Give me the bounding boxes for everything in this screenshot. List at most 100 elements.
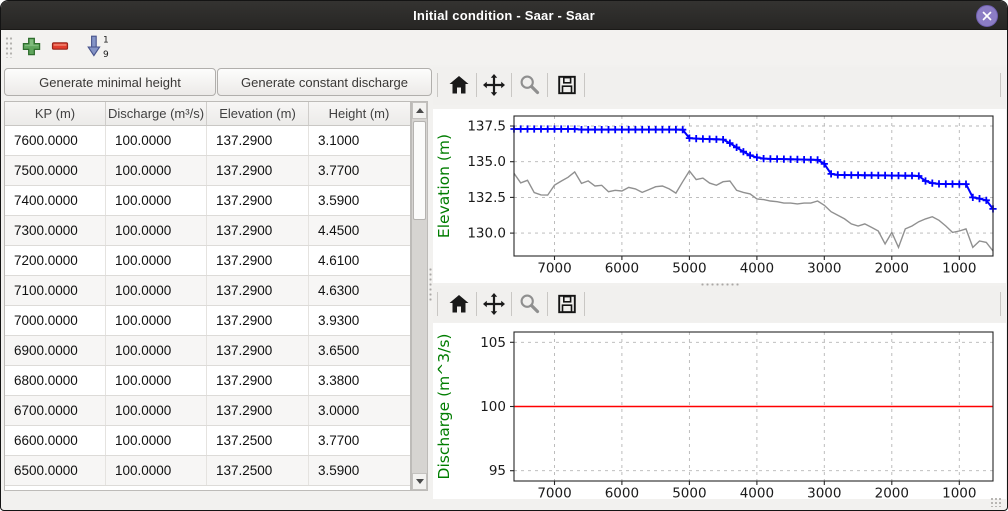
table-cell[interactable]: 3.5900 [309, 186, 409, 215]
table-cell[interactable]: 6900.0000 [5, 336, 106, 365]
column-header-discharge[interactable]: Discharge (m³/s) [106, 102, 207, 125]
table-cell[interactable]: 3.7700 [309, 156, 409, 185]
discharge-chart[interactable]: 700060005000400030002000100095100105Disc… [433, 323, 1006, 499]
scroll-down-button[interactable] [412, 473, 427, 490]
table-cell[interactable]: 100.0000 [106, 186, 207, 215]
table-cell[interactable]: 3.6500 [309, 336, 409, 365]
zoom-icon [518, 292, 542, 316]
svg-text:5000: 5000 [672, 486, 706, 500]
table-cell[interactable]: 100.0000 [106, 126, 207, 155]
table-cell[interactable]: 137.2900 [207, 216, 309, 245]
table-cell[interactable]: 7000.0000 [5, 306, 106, 335]
table-cell[interactable]: 137.2500 [207, 456, 309, 485]
svg-text:7000: 7000 [537, 486, 571, 500]
table-scrollbar[interactable] [411, 101, 428, 491]
table-row[interactable]: 6500.0000100.0000137.25003.5900 [5, 456, 410, 486]
table-cell[interactable]: 137.2500 [207, 426, 309, 455]
sort-rows-button[interactable]: 1 9 [82, 32, 112, 60]
table-cell[interactable]: 137.2900 [207, 336, 309, 365]
nav-save-button[interactable] [552, 289, 582, 319]
table-row[interactable]: 7300.0000100.0000137.29004.4500 [5, 216, 410, 246]
table-row[interactable]: 6900.0000100.0000137.29003.6500 [5, 336, 410, 366]
table-cell[interactable]: 3.9300 [309, 306, 409, 335]
table-cell[interactable]: 100.0000 [106, 216, 207, 245]
table-cell[interactable]: 6600.0000 [5, 426, 106, 455]
add-row-button[interactable] [17, 32, 45, 60]
table-cell[interactable]: 7600.0000 [5, 126, 106, 155]
table-cell[interactable]: 137.2900 [207, 156, 309, 185]
svg-text:1000: 1000 [942, 261, 976, 277]
table-cell[interactable]: 7300.0000 [5, 216, 106, 245]
table-cell[interactable]: 100.0000 [106, 336, 207, 365]
table-cell[interactable]: 4.6100 [309, 246, 409, 275]
table-row[interactable]: 7600.0000100.0000137.29003.1000 [5, 126, 410, 156]
table-row[interactable]: 6800.0000100.0000137.29003.3800 [5, 366, 410, 396]
toolbar-drag-handle[interactable] [5, 36, 13, 58]
table-cell[interactable]: 6700.0000 [5, 396, 106, 425]
column-header-elevation[interactable]: Elevation (m) [207, 102, 309, 125]
table-row[interactable]: 7400.0000100.0000137.29003.5900 [5, 186, 410, 216]
table-row[interactable]: 7200.0000100.0000137.29004.6100 [5, 246, 410, 276]
table-cell[interactable]: 100.0000 [106, 276, 207, 305]
nav-home-button[interactable] [444, 70, 474, 100]
window-resize-grip[interactable] [990, 497, 1002, 507]
table-header: KP (m) Discharge (m³/s) Elevation (m) He… [5, 102, 410, 126]
table-cell[interactable]: 137.2900 [207, 126, 309, 155]
svg-text:105: 105 [480, 335, 506, 351]
table-cell[interactable]: 3.1000 [309, 126, 409, 155]
table-cell[interactable]: 6800.0000 [5, 366, 106, 395]
column-header-height[interactable]: Height (m) [309, 102, 409, 125]
svg-text:6000: 6000 [605, 261, 639, 277]
nav-pan-button[interactable] [479, 70, 509, 100]
table-row[interactable]: 7100.0000100.0000137.29004.6300 [5, 276, 410, 306]
table-cell[interactable]: 137.2900 [207, 366, 309, 395]
column-header-kp[interactable]: KP (m) [5, 102, 106, 125]
scrollbar-thumb[interactable] [413, 121, 426, 220]
nav-pan-button[interactable] [479, 289, 509, 319]
table-cell[interactable]: 7500.0000 [5, 156, 106, 185]
scroll-up-button[interactable] [412, 102, 427, 119]
table-cell[interactable]: 7200.0000 [5, 246, 106, 275]
table-cell[interactable]: 3.3800 [309, 366, 409, 395]
remove-row-button[interactable] [46, 32, 74, 60]
table-cell[interactable]: 137.2900 [207, 276, 309, 305]
table-cell[interactable]: 100.0000 [106, 306, 207, 335]
nav-zoom-button[interactable] [515, 70, 545, 100]
table-cell[interactable]: 4.4500 [309, 216, 409, 245]
titlebar[interactable]: Initial condition - Saar - Saar [1, 1, 1007, 30]
sort-ascending-icon: 1 9 [84, 33, 110, 59]
table-cell[interactable]: 4.6300 [309, 276, 409, 305]
scroll-up-icon [416, 108, 424, 113]
table-cell[interactable]: 100.0000 [106, 156, 207, 185]
svg-text:5000: 5000 [672, 261, 706, 277]
table-cell[interactable]: 100.0000 [106, 246, 207, 275]
table-row[interactable]: 6700.0000100.0000137.29003.0000 [5, 396, 410, 426]
table-row[interactable]: 6600.0000100.0000137.25003.7700 [5, 426, 410, 456]
nav-save-button[interactable] [552, 70, 582, 100]
svg-text:7000: 7000 [537, 261, 571, 277]
generate-minimal-height-button[interactable]: Generate minimal height [4, 68, 216, 96]
nav-home-button[interactable] [444, 289, 474, 319]
table-cell[interactable]: 137.2900 [207, 186, 309, 215]
table-cell[interactable]: 137.2900 [207, 306, 309, 335]
table-cell[interactable]: 3.7700 [309, 426, 409, 455]
table-row[interactable]: 7000.0000100.0000137.29003.9300 [5, 306, 410, 336]
table-cell[interactable]: 100.0000 [106, 366, 207, 395]
table-cell[interactable]: 137.2900 [207, 246, 309, 275]
table-cell[interactable]: 100.0000 [106, 456, 207, 485]
initial-condition-table: KP (m) Discharge (m³/s) Elevation (m) He… [4, 101, 411, 491]
table-cell[interactable]: 100.0000 [106, 396, 207, 425]
close-button[interactable] [976, 5, 998, 27]
table-cell[interactable]: 7100.0000 [5, 276, 106, 305]
table-cell[interactable]: 7400.0000 [5, 186, 106, 215]
generate-constant-discharge-button[interactable]: Generate constant discharge [217, 68, 432, 96]
table-cell[interactable]: 3.5900 [309, 456, 409, 485]
table-row[interactable]: 7500.0000100.0000137.29003.7700 [5, 156, 410, 186]
elevation-chart[interactable]: 7000600050004000300020001000130.0132.513… [433, 109, 1006, 283]
table-cell[interactable]: 6500.0000 [5, 456, 106, 485]
table-cell[interactable]: 3.0000 [309, 396, 409, 425]
pan-icon [482, 292, 506, 316]
nav-zoom-button[interactable] [515, 289, 545, 319]
table-cell[interactable]: 100.0000 [106, 426, 207, 455]
table-cell[interactable]: 137.2900 [207, 396, 309, 425]
